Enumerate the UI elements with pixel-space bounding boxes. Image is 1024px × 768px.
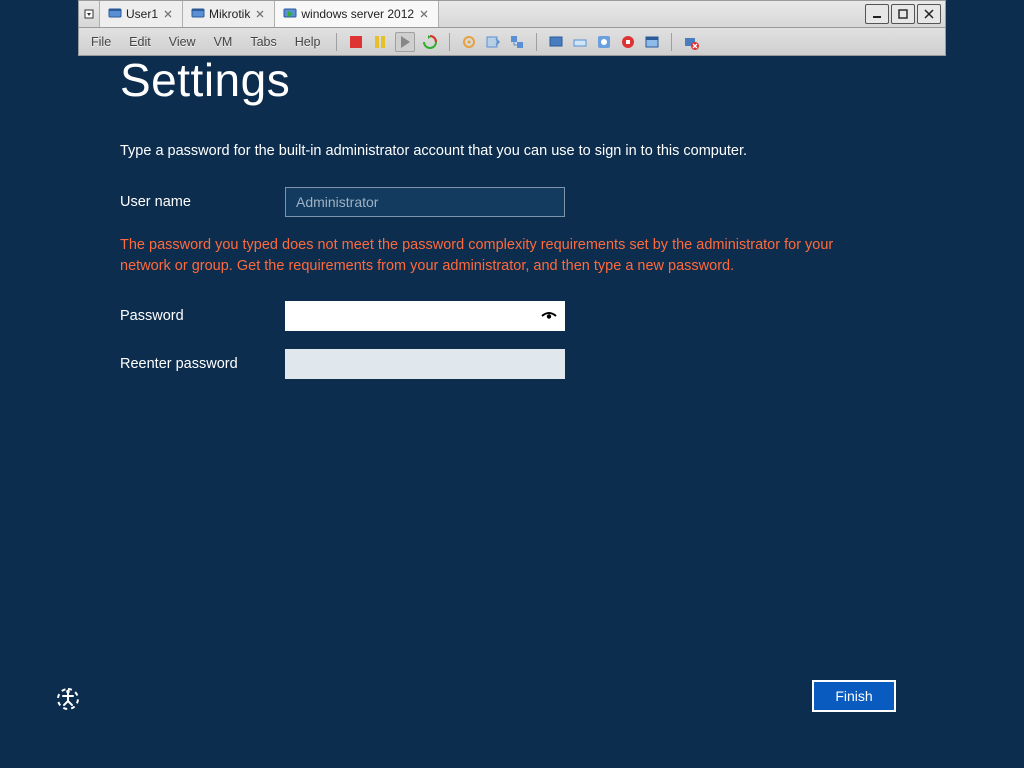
username-label: User name <box>120 194 285 210</box>
oobe-settings-page: Settings Type a password for the built-i… <box>0 57 1024 768</box>
tab-label: windows server 2012 <box>301 7 414 21</box>
minimize-button[interactable] <box>865 4 889 24</box>
page-title: Settings <box>120 57 904 103</box>
password-row: Password <box>120 301 904 331</box>
menu-bar: File Edit View VM Tabs Help <box>78 28 946 56</box>
tab-windows-server-2012[interactable]: windows server 2012 <box>275 1 439 27</box>
close-icon[interactable] <box>162 8 174 20</box>
vm-icon <box>108 7 122 21</box>
menu-file[interactable]: File <box>83 33 119 51</box>
password-error-message: The password you typed does not meet the… <box>120 235 880 277</box>
install-tools-icon[interactable] <box>595 33 613 51</box>
reenter-password-label: Reenter password <box>120 356 285 372</box>
tabs-overflow-button[interactable] <box>79 1 100 27</box>
menu-edit[interactable]: Edit <box>121 33 159 51</box>
close-icon[interactable] <box>418 8 430 20</box>
tab-user1[interactable]: User1 <box>100 1 183 27</box>
fullscreen-icon[interactable] <box>547 33 565 51</box>
window-controls <box>861 1 945 27</box>
reenter-password-row: Reenter password <box>120 349 904 379</box>
restart-icon[interactable] <box>421 33 439 51</box>
separator <box>449 33 450 51</box>
instruction-text: Type a password for the built-in adminis… <box>120 143 904 159</box>
password-field[interactable] <box>285 301 565 331</box>
tab-label: User1 <box>126 7 158 21</box>
record-icon[interactable] <box>619 33 637 51</box>
close-button[interactable] <box>917 4 941 24</box>
menu-vm[interactable]: VM <box>206 33 241 51</box>
play-icon[interactable] <box>395 32 415 52</box>
snapshot-revert-icon[interactable] <box>484 33 502 51</box>
finish-button[interactable]: Finish <box>812 680 896 712</box>
tab-bar: User1 Mikrotik windows server 2012 <box>78 0 946 28</box>
reveal-password-icon[interactable] <box>539 306 559 326</box>
tab-mikrotik[interactable]: Mikrotik <box>183 1 275 27</box>
separator <box>671 33 672 51</box>
separator <box>336 33 337 51</box>
menu-view[interactable]: View <box>161 33 204 51</box>
pause-icon[interactable] <box>371 33 389 51</box>
menu-tabs[interactable]: Tabs <box>242 33 284 51</box>
tab-label: Mikrotik <box>209 7 250 21</box>
window-icon[interactable] <box>643 33 661 51</box>
vm-running-icon <box>283 7 297 21</box>
maximize-button[interactable] <box>891 4 915 24</box>
menu-help[interactable]: Help <box>287 33 329 51</box>
snapshot-manager-icon[interactable] <box>508 33 526 51</box>
close-icon[interactable] <box>254 8 266 20</box>
username-row: User name <box>120 187 904 217</box>
vmware-window: User1 Mikrotik windows server 2012 <box>78 0 946 56</box>
vm-icon <box>191 7 205 21</box>
disconnect-device-icon[interactable] <box>682 33 700 51</box>
username-field <box>285 187 565 217</box>
stop-icon[interactable] <box>347 33 365 51</box>
snapshot-icon[interactable] <box>460 33 478 51</box>
reenter-password-field[interactable] <box>285 349 565 379</box>
password-label: Password <box>120 308 285 324</box>
separator <box>536 33 537 51</box>
unity-icon[interactable] <box>571 33 589 51</box>
ease-of-access-icon[interactable] <box>54 685 82 713</box>
